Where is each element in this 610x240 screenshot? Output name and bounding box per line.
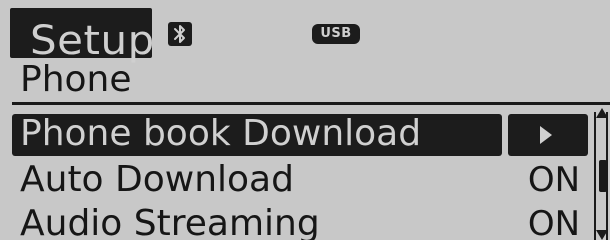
- setup-screen: Setup USB Phone Phone book Download Auto…: [0, 0, 610, 240]
- bluetooth-icon: [168, 22, 192, 46]
- menu-item-auto-download[interactable]: Auto Download ON: [12, 158, 592, 202]
- audio-streaming-value: ON: [527, 204, 581, 240]
- phone-book-download-arrow-button[interactable]: [508, 114, 588, 156]
- section-title: Phone: [20, 59, 132, 100]
- menu-item-label: Phone book Download: [20, 113, 422, 154]
- usb-status-icon: USB: [312, 24, 360, 44]
- menu-item-audio-streaming[interactable]: Audio Streaming ON: [12, 202, 592, 240]
- scrollbar-thumb[interactable]: [599, 160, 607, 192]
- section-divider: [12, 102, 610, 105]
- scroll-up-arrow-icon[interactable]: [596, 108, 608, 118]
- scroll-down-arrow-icon[interactable]: [596, 230, 608, 240]
- menu-item-label: Audio Streaming: [20, 203, 320, 240]
- menu-item-label: Auto Download: [20, 159, 294, 200]
- menu-item-phone-book-download[interactable]: Phone book Download: [12, 112, 592, 156]
- auto-download-value: ON: [527, 160, 581, 200]
- header-bar: Setup USB: [0, 0, 610, 64]
- title-box: Setup: [10, 8, 154, 64]
- chevron-right-icon: [540, 126, 552, 144]
